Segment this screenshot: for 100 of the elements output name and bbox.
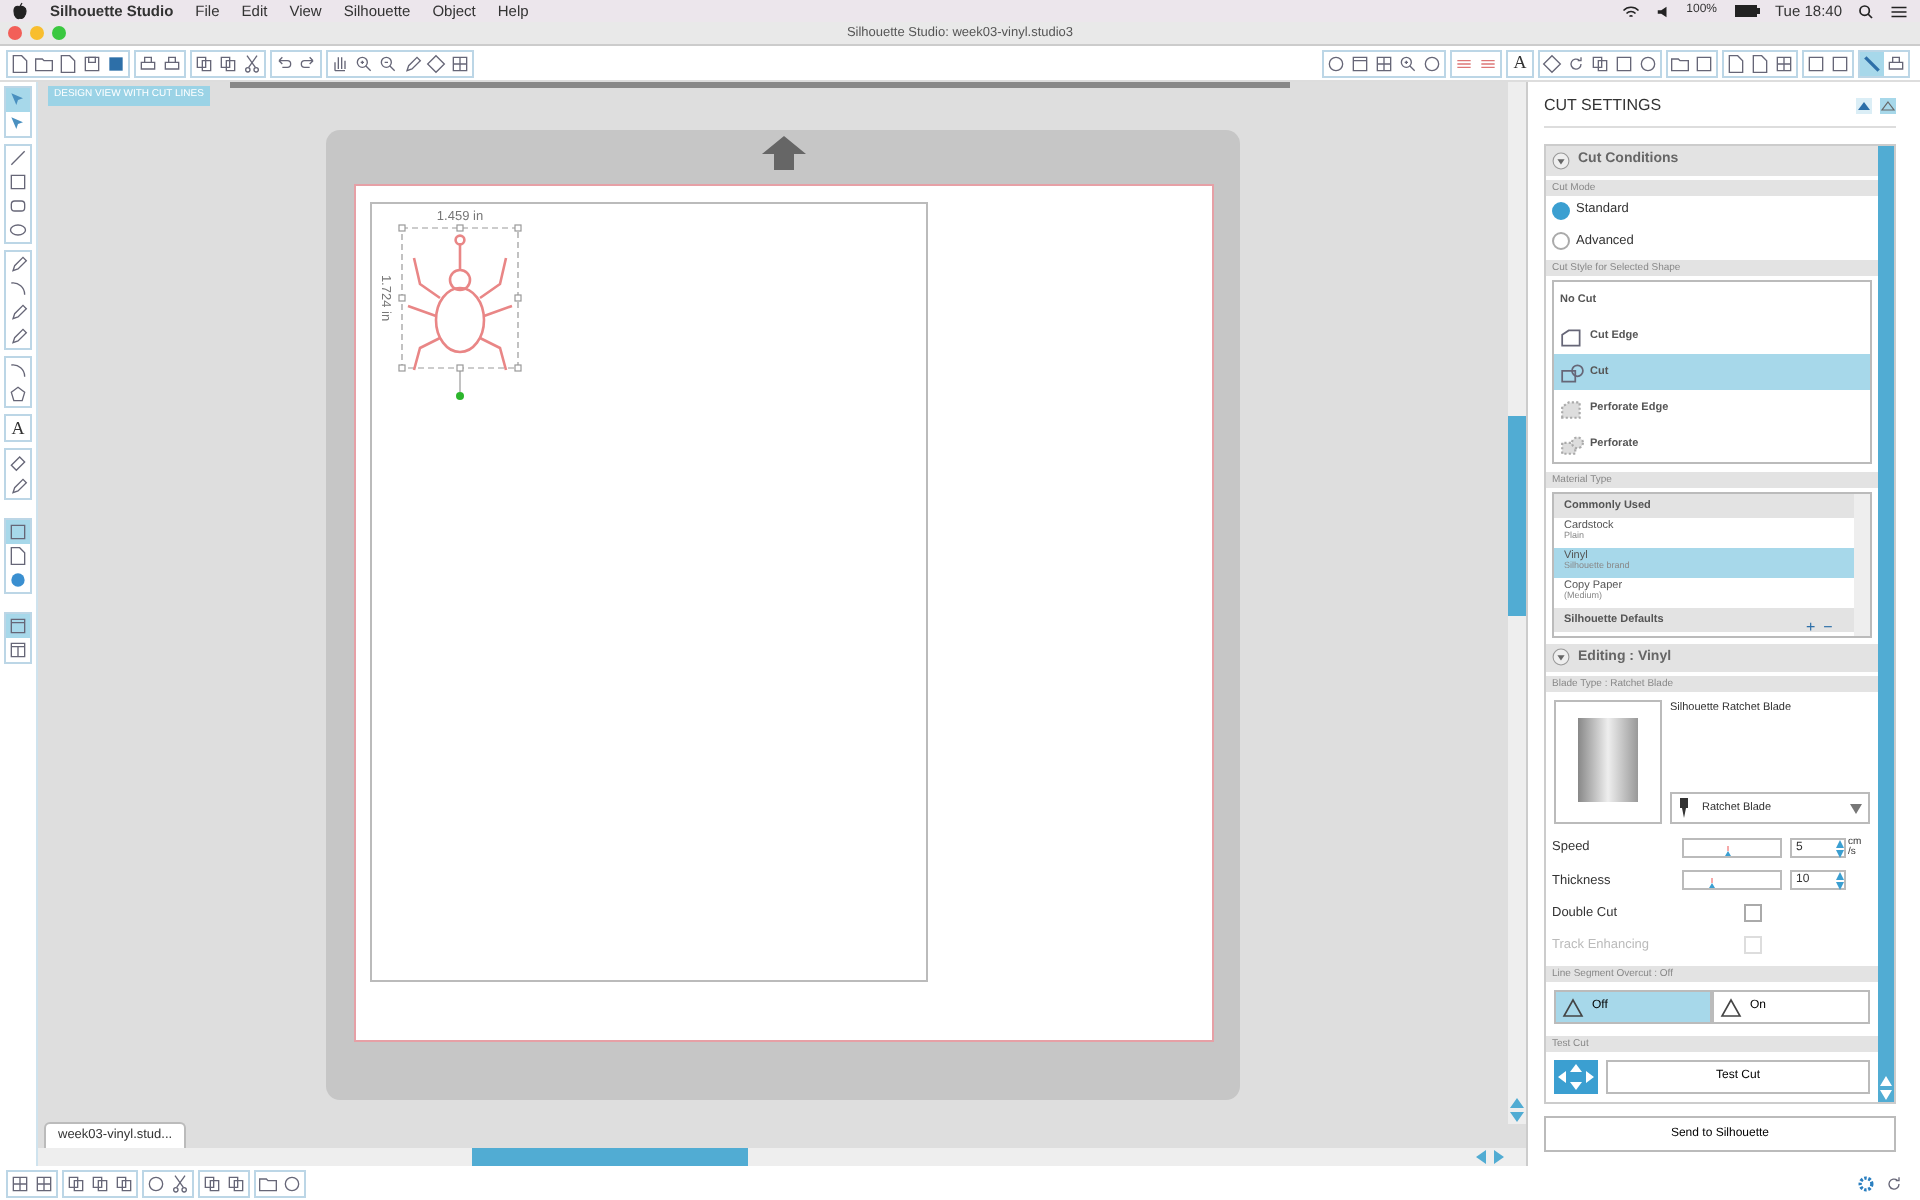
copy-icon — [114, 1174, 134, 1194]
square-tool-button[interactable] — [1692, 51, 1716, 75]
grid-tool-button[interactable] — [1372, 51, 1396, 75]
spider-drawing[interactable] — [405, 234, 513, 372]
floppy-disk-tool-button[interactable] — [80, 51, 104, 75]
page-tool-button[interactable] — [8, 51, 32, 75]
slider-track[interactable] — [1682, 838, 1782, 859]
square-tool-button[interactable] — [6, 520, 30, 544]
speaker-icon[interactable] — [1656, 3, 1671, 19]
page-tool-button[interactable] — [6, 544, 30, 568]
zoom-out-tool-button[interactable] — [376, 51, 400, 75]
square-tool-button[interactable] — [1804, 51, 1828, 75]
stepper-icon[interactable] — [1836, 840, 1844, 859]
line-tool-button[interactable] — [6, 146, 30, 170]
dotted-shape-icon — [1560, 397, 1584, 420]
circle-tool-button[interactable] — [280, 1172, 304, 1196]
diamond-tool-button[interactable] — [1540, 51, 1564, 75]
panel-tool-button[interactable] — [6, 614, 30, 638]
scrollbar-thumb[interactable] — [1508, 416, 1526, 616]
slider-track[interactable] — [1682, 870, 1782, 891]
battery-icon[interactable] — [1733, 4, 1759, 18]
circle-icon — [1638, 53, 1658, 73]
diamond-icon — [426, 53, 446, 73]
square-icon — [8, 522, 28, 542]
search-icon[interactable] — [1858, 3, 1874, 19]
rounded-rectangle-tool-button[interactable] — [6, 194, 30, 218]
text-tool-button[interactable]: A — [6, 416, 30, 440]
stepper-icon[interactable] — [1836, 872, 1844, 891]
slider-thumb[interactable] — [1721, 846, 1734, 857]
pencil-tool-button[interactable] — [400, 51, 424, 75]
vertical-scrollbar[interactable] — [1508, 82, 1526, 1124]
diamond-tool-button[interactable] — [424, 51, 448, 75]
close-button[interactable] — [8, 26, 22, 40]
page-tool-button[interactable] — [1748, 51, 1772, 75]
copy-tool-button[interactable] — [64, 1172, 88, 1196]
horizontal-scrollbar[interactable] — [38, 1148, 1526, 1166]
grid-tool-button[interactable] — [448, 51, 472, 75]
zoom-in-tool-button[interactable] — [1396, 51, 1420, 75]
triangle-icon[interactable] — [1880, 98, 1896, 114]
page-tool-button[interactable] — [56, 51, 80, 75]
apple-logo-icon[interactable] — [12, 2, 28, 20]
copy-tool-button[interactable] — [224, 1172, 248, 1196]
printer-tool-button[interactable] — [136, 51, 160, 75]
grid-tool-button[interactable] — [1772, 51, 1796, 75]
collapse-icon[interactable] — [1552, 151, 1570, 170]
printer-tool-button[interactable] — [1884, 51, 1908, 75]
circle-tool-button[interactable] — [1636, 51, 1660, 75]
arc-tool-button[interactable] — [6, 276, 30, 300]
copy-tool-button[interactable] — [200, 1172, 224, 1196]
radio-button[interactable] — [1552, 201, 1570, 220]
grid-tool-button[interactable] — [32, 1172, 56, 1196]
globe-tool-button[interactable] — [6, 568, 30, 592]
pencil-tool-button[interactable] — [6, 252, 30, 276]
floppy-disk-tool-button[interactable] — [104, 51, 128, 75]
pencil-tool-button[interactable] — [6, 324, 30, 348]
copy-tool-button[interactable] — [88, 1172, 112, 1196]
eraser-tool-button[interactable] — [6, 450, 30, 474]
page-tool-button[interactable] — [1724, 51, 1748, 75]
scrollbar-thumb[interactable] — [472, 1148, 748, 1166]
square-tool-button[interactable] — [6, 170, 30, 194]
pencil-tool-button[interactable] — [6, 474, 30, 498]
collapse-icon[interactable] — [1552, 648, 1570, 667]
refresh-tool-button[interactable] — [1564, 51, 1588, 75]
rotation-handle[interactable] — [455, 392, 463, 400]
pencil-icon — [8, 254, 28, 274]
scissors-tool-button[interactable] — [168, 1172, 192, 1196]
ellipse-tool-button[interactable] — [6, 218, 30, 242]
material-list-button[interactable]: − — [1823, 619, 1833, 636]
list-icon[interactable] — [1890, 3, 1908, 19]
arc-tool-button[interactable] — [6, 358, 30, 382]
copy-tool-button[interactable] — [1588, 51, 1612, 75]
scroll-arrows-icon[interactable] — [1878, 1074, 1894, 1102]
printer-tool-button[interactable] — [160, 51, 184, 75]
folder-tool-button[interactable] — [256, 1172, 280, 1196]
square-tool-button[interactable] — [1828, 51, 1852, 75]
slider-thumb[interactable] — [1706, 878, 1719, 889]
material-list-button[interactable]: + — [1806, 619, 1816, 636]
wifi-icon[interactable] — [1622, 3, 1641, 19]
text-tool-button[interactable]: A — [1508, 51, 1532, 75]
radio-button[interactable] — [1552, 231, 1570, 250]
copy-tool-button[interactable] — [192, 51, 216, 75]
selection-box[interactable] — [397, 224, 521, 393]
circle-tool-button[interactable] — [1324, 51, 1348, 75]
panel-scrollbar[interactable] — [1878, 146, 1894, 1102]
pencil-tool-button[interactable] — [6, 300, 30, 324]
copy-tool-button[interactable] — [216, 51, 240, 75]
zoom-in-tool-button[interactable] — [352, 51, 376, 75]
circle-tool-button[interactable] — [144, 1172, 168, 1196]
panel-tool-button[interactable] — [1348, 51, 1372, 75]
triangle-icon[interactable] — [1856, 98, 1872, 114]
copy-tool-button[interactable] — [112, 1172, 136, 1196]
scissors-tool-button[interactable] — [240, 51, 264, 75]
checkbox[interactable] — [1744, 904, 1762, 923]
move-arrows-icon[interactable] — [1554, 1060, 1598, 1095]
circle-tool-button[interactable] — [1420, 51, 1444, 75]
split-panel-tool-button[interactable] — [6, 638, 30, 662]
panel-title: CUT SETTINGS — [1544, 94, 1662, 118]
pentagon-tool-button[interactable] — [6, 382, 30, 406]
grid-tool-button[interactable] — [8, 1172, 32, 1196]
square-tool-button[interactable] — [1612, 51, 1636, 75]
